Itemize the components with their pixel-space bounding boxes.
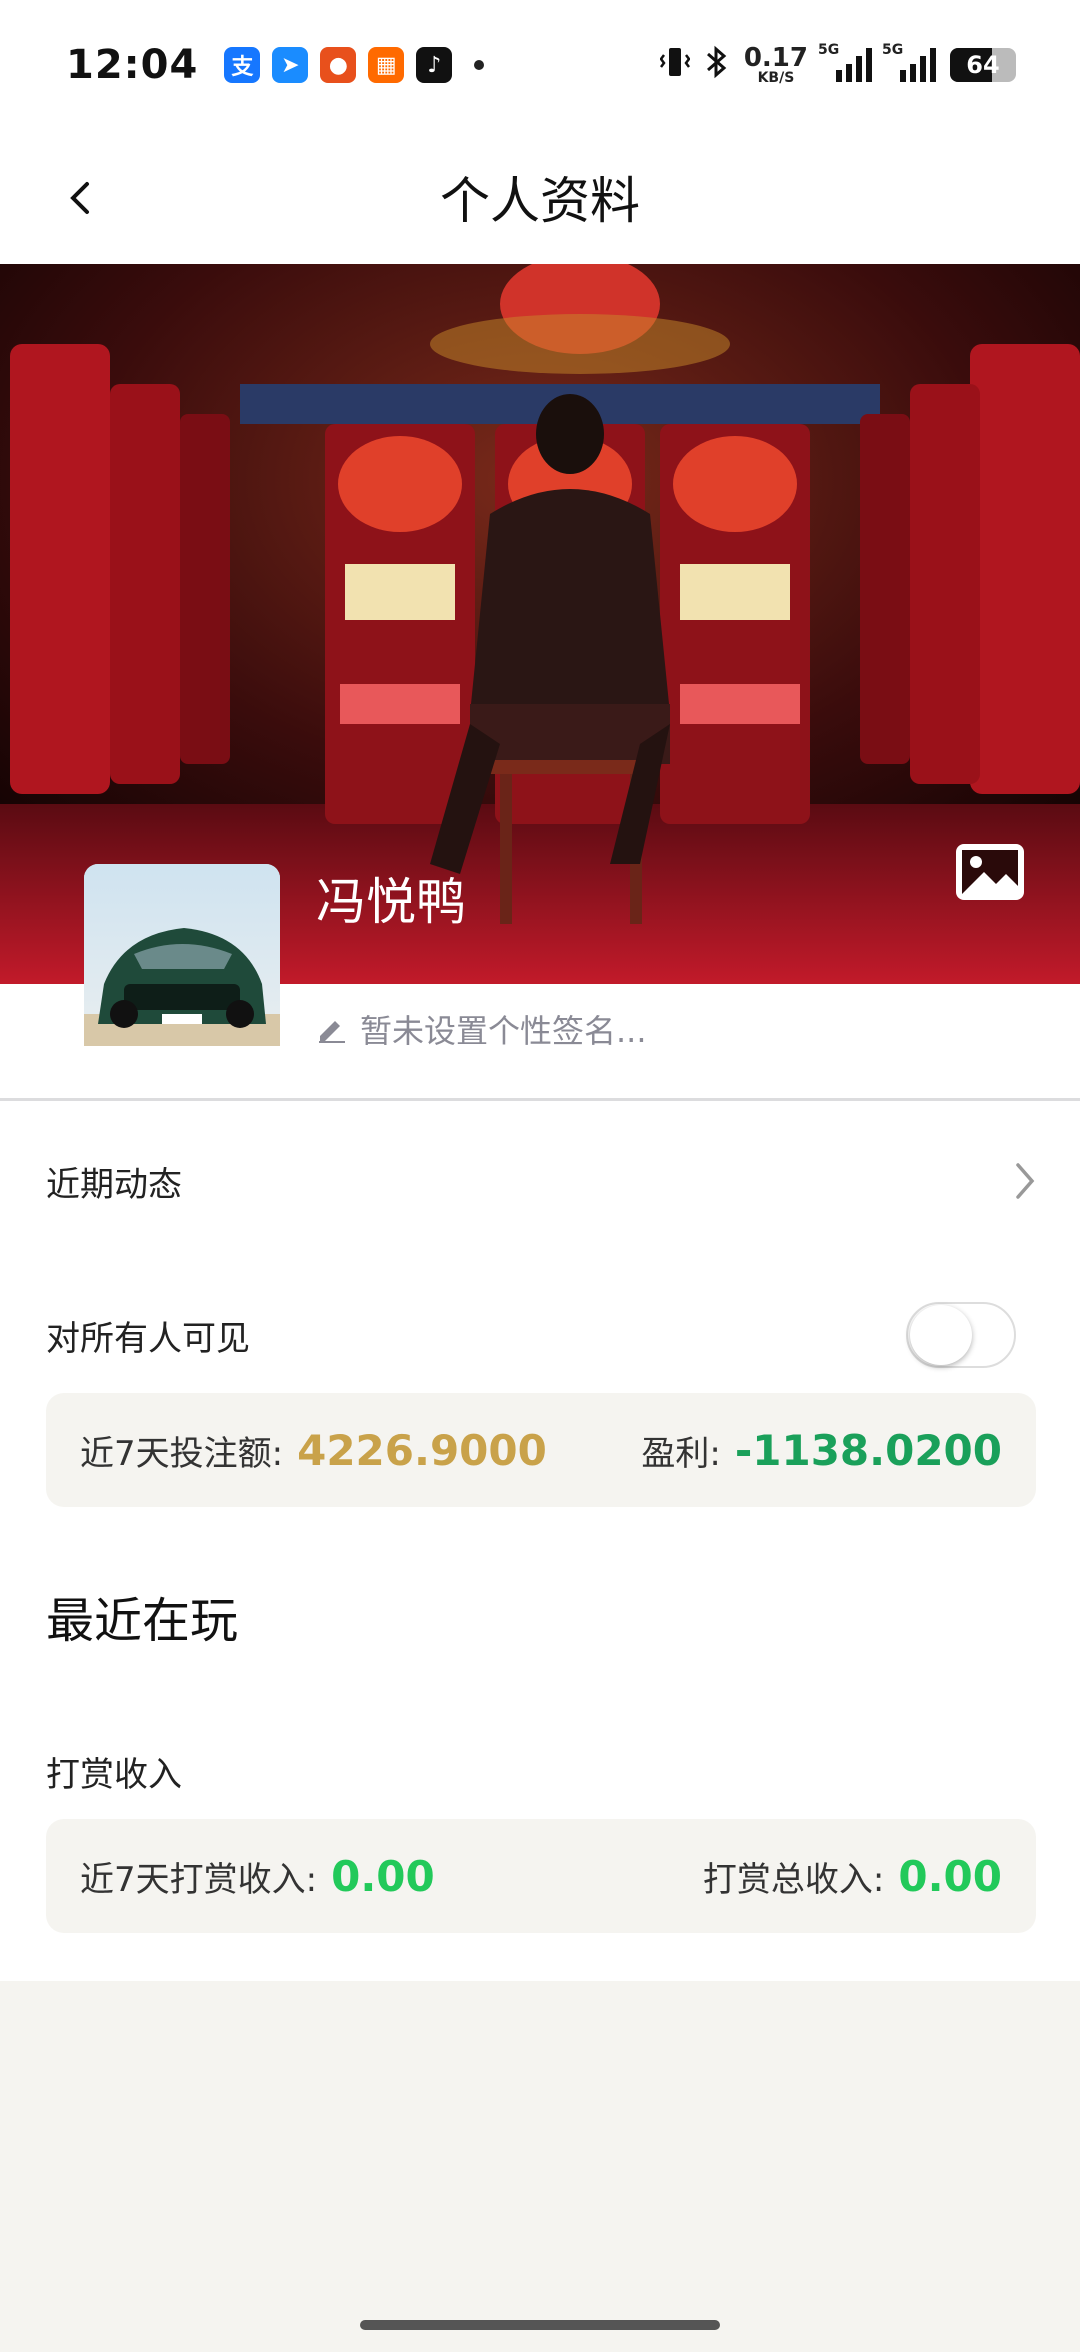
battery-level: 64 [966,51,1000,79]
bet-amount-label: 近7天投注额: [80,1433,284,1474]
visibility-label: 对所有人可见 [46,1318,250,1359]
pencil-icon [319,1021,345,1043]
page-title: 个人资料 [440,172,640,230]
signal2-label: 5G [882,42,904,58]
network-speed-value: 0.17 [743,43,808,73]
bet-amount-value: 4226.9000 [297,1425,547,1475]
alipay-icon: 支 [224,47,261,83]
total-tips-pair: 打赏总收入: 0.00 [703,1852,1002,1901]
signature-placeholder: 暂未设置个性签名... [360,1012,647,1050]
week-tips-value: 0.00 [331,1851,435,1901]
total-tips-label: 打赏总收入: [702,1859,885,1900]
battery-icon: 64 [950,48,1016,82]
status-right: 0.17 KB/S 5G 5G 64 [659,42,1016,86]
chevron-right-icon [1016,1163,1035,1199]
recent-activity-row[interactable]: 近期动态 [46,1141,1040,1221]
recently-playing-title: 最近在玩 [46,1593,239,1649]
week-tips-pair: 近7天打赏收入: 0.00 [80,1852,435,1901]
top-nav-bar: 个人资料 [0,130,1080,264]
status-time: 12:04 [66,42,199,88]
profit-label: 盈利: [641,1433,721,1474]
nickname: 冯悦鸭 [316,873,466,931]
home-indicator[interactable] [360,2320,720,2330]
network-speed: 0.17 KB/S [744,45,808,85]
change-cover-button[interactable] [954,842,1026,902]
bet-amount-pair: 近7天投注额: 4226.9000 [80,1426,547,1475]
bluetooth-icon [704,45,730,86]
signal1-label: 5G [818,42,840,58]
signature-edit[interactable]: 暂未设置个性签名... [316,1006,647,1052]
tips-income-card: 近7天打赏收入: 0.00 打赏总收入: 0.00 [46,1819,1036,1933]
green-sports-car-avatar [84,864,280,1046]
signal-5g-1-icon: 5G [818,42,872,82]
grid-app-icon: ▦ [368,47,405,83]
total-tips-value: 0.00 [898,1851,1002,1901]
profit-pair: 盈利: -1138.0200 [641,1426,1002,1475]
network-speed-unit: KB/S [757,70,795,86]
orange-app-icon: ● [320,47,357,83]
avatar[interactable] [84,864,280,1046]
betting-stats-card: 近7天投注额: 4226.9000 盈利: -1138.0200 [46,1393,1036,1507]
profit-value: -1138.0200 [734,1425,1002,1475]
signal-5g-2-icon: 5G [882,42,936,82]
tips-income-title: 打赏收入 [46,1755,182,1795]
image-icon [956,844,1024,900]
visibility-row: 对所有人可见 [46,1287,1016,1383]
visibility-toggle[interactable] [906,1302,1016,1368]
tiktok-icon: ♪ [416,47,453,83]
chevron-left-icon [70,182,89,214]
status-app-icons: 支 ➤ ● ▦ ♪ [224,47,485,83]
status-bar: 12:04 支 ➤ ● ▦ ♪ 0.17 KB/S 5G 5G 64 [0,0,1080,130]
back-button[interactable] [50,168,110,228]
paper-plane-app-icon: ➤ [272,47,309,83]
week-tips-label: 近7天打赏收入: [80,1859,318,1900]
toggle-knob [910,1305,972,1365]
vibrate-icon [659,45,691,86]
recent-activity-label: 近期动态 [46,1164,182,1205]
profile-content: 近期动态 对所有人可见 近7天投注额: 4226.9000 盈利: -1138.… [0,1101,1080,1981]
more-notifications-dot [474,60,485,70]
